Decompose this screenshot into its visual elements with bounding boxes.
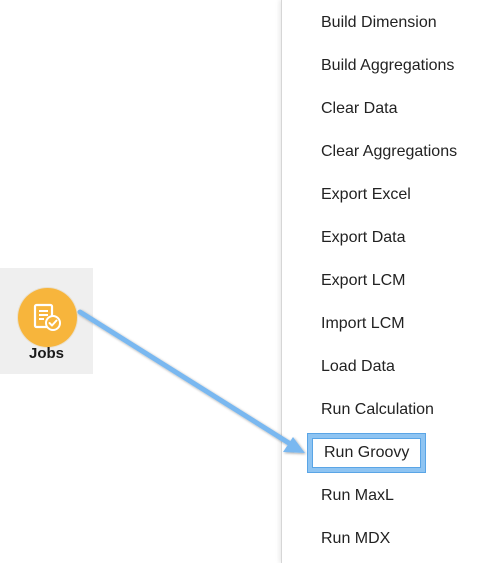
jobs-label: Jobs <box>28 345 64 362</box>
menu-item-load-data[interactable]: Load Data <box>321 352 395 382</box>
jobs-icon <box>18 288 77 347</box>
menu-item-clear-aggregations[interactable]: Clear Aggregations <box>321 137 457 167</box>
menu-item-run-maxl[interactable]: Run MaxL <box>321 481 394 511</box>
menu-item-build-aggregations[interactable]: Build Aggregations <box>321 51 454 81</box>
menu-item-run-calculation[interactable]: Run Calculation <box>321 395 434 425</box>
screen: Jobs Build Dimension Build Aggregations … <box>0 0 503 563</box>
jobs-menu: Build Dimension Build Aggregations Clear… <box>281 0 503 563</box>
menu-item-run-groovy[interactable]: Run Groovy <box>308 434 426 472</box>
menu-item-export-data[interactable]: Export Data <box>321 223 405 253</box>
menu-item-build-dimension[interactable]: Build Dimension <box>321 8 437 38</box>
menu-item-import-lcm[interactable]: Import LCM <box>321 309 405 339</box>
menu-item-export-lcm[interactable]: Export LCM <box>321 266 405 296</box>
menu-item-export-excel[interactable]: Export Excel <box>321 180 411 210</box>
menu-item-run-mdx[interactable]: Run MDX <box>321 524 390 554</box>
menu-item-clear-data[interactable]: Clear Data <box>321 94 397 124</box>
jobs-tile[interactable]: Jobs <box>0 268 93 374</box>
